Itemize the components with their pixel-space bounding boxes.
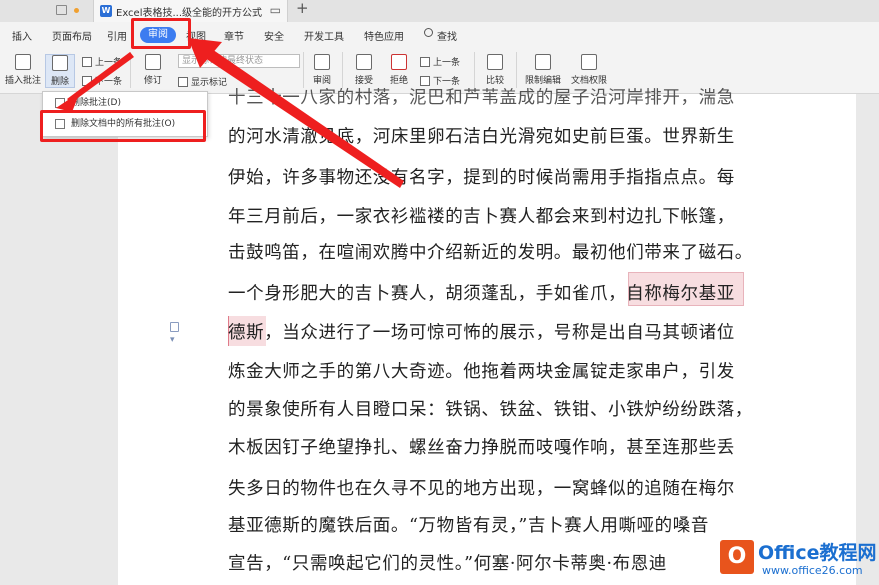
screen-icon[interactable] — [56, 5, 67, 15]
comment-marker[interactable]: ▾ — [170, 322, 186, 345]
document-line: 德斯，当众进行了一场可惊可怖的展示，号称是出自马其顿诸位 — [228, 319, 735, 344]
document-line: 宣告，“只需唤起它们的灵性。”何塞·阿尔卡蒂奥·布恩迪 — [228, 554, 667, 574]
insert-comment-label: 插入批注 — [4, 76, 41, 86]
accept-button[interactable]: 接受 — [350, 54, 378, 86]
delete-comment-label: 删除 — [50, 77, 69, 87]
track-changes-button[interactable]: 修订 — [138, 54, 168, 86]
document-line: 木板因钉子绝望挣扎、螺丝奋力挣脱而吱嘎作响，甚至连那些丢 — [228, 438, 735, 458]
document-line: 失多日的物件也在久寻不见的地方出现，一窝蜂似的追随在梅尔 — [228, 479, 735, 499]
document-text: ，当众进行了一场可惊可怖的展示，号称是出自马其顿诸位 — [264, 323, 735, 343]
commented-text: 自称梅尔基亚 — [626, 284, 735, 304]
document-line: 的河水清澈见底，河床里卵石洁白光滑宛如史前巨蛋。世界新生 — [228, 127, 735, 147]
review-pane-button[interactable]: 审阅 — [308, 54, 336, 86]
new-tab-button[interactable]: + — [296, 0, 309, 17]
menu-security[interactable]: 安全 — [264, 28, 284, 43]
status-dot-icon — [74, 8, 79, 13]
track-changes-icon — [145, 54, 161, 70]
prev-comment-button[interactable]: 上一条 — [82, 55, 122, 68]
ribbon-separator — [303, 52, 304, 88]
document-line: 年三月前后，一家衣衫褴褛的吉卜赛人都会来到村边扎下帐篷， — [228, 207, 735, 227]
next-comment-label: 下一条 — [95, 77, 123, 87]
document-line: 十三十一八家的村落，泥巴和芦苇盖成的屋子沿河岸排开，湍急 — [228, 88, 735, 108]
prev-comment-label: 上一条 — [95, 58, 123, 68]
delete-comment-icon — [52, 55, 68, 71]
annotation-highlight-box — [131, 18, 191, 49]
ribbon-separator — [516, 52, 517, 88]
prev-change-icon — [420, 57, 430, 67]
document-text: 一个身形肥大的吉卜赛人，胡须蓬乱，手如雀爪， — [228, 284, 627, 304]
comment-page-icon — [170, 322, 179, 332]
document-line: 击鼓鸣笛，在喧闹欢腾中介绍新近的发明。最初他们带来了磁石。 — [228, 243, 753, 263]
document-line: 的景象使所有人目瞪口呆：铁锅、铁盆、铁钳、小铁炉纷纷跌落， — [228, 400, 753, 420]
prev-change-button[interactable]: 上一条 — [420, 55, 460, 68]
accept-icon — [356, 54, 372, 70]
insert-comment-icon — [15, 54, 31, 70]
show-markup-state-select[interactable]: 显示标记的最终状态 — [178, 54, 300, 68]
watermark-brand: Office教程网 — [758, 542, 877, 564]
next-comment-icon — [82, 76, 92, 86]
office-logo-icon: O — [720, 540, 754, 574]
document-line: 伊始，许多事物还没有名字，提到的时候尚需用手指指点点。每 — [228, 168, 735, 188]
restrict-edit-icon — [535, 54, 551, 70]
ribbon-separator — [130, 52, 131, 88]
show-markup-icon — [178, 77, 188, 87]
menu-page-layout[interactable]: 页面布局 — [52, 28, 92, 43]
ribbon-separator — [342, 52, 343, 88]
compare-icon — [487, 54, 503, 70]
review-pane-icon — [314, 54, 330, 70]
menu-special[interactable]: 特色应用 — [364, 28, 404, 43]
close-tab-icon[interactable]: ▭ — [270, 3, 281, 17]
watermark-url: www.office26.com — [762, 564, 863, 577]
show-markup-button[interactable]: 显示标记 — [178, 75, 227, 88]
wps-writer-icon: W — [100, 5, 112, 17]
compare-button[interactable]: 比较 — [482, 54, 508, 86]
prev-comment-icon — [82, 57, 92, 67]
delete-comment-menu-icon — [55, 98, 65, 108]
ribbon-separator — [474, 52, 475, 88]
reject-button[interactable]: 拒绝 — [385, 54, 413, 86]
next-comment-button[interactable]: 下一条 — [82, 74, 122, 87]
menu-insert[interactable]: 插入 — [12, 28, 32, 43]
menu-search[interactable]: 查找 — [437, 28, 457, 43]
menu-developer[interactable]: 开发工具 — [304, 28, 344, 43]
reject-icon — [391, 54, 407, 70]
restrict-edit-button[interactable]: 限制编辑 — [523, 54, 563, 86]
menu-references[interactable]: 引用 — [107, 28, 127, 43]
show-markup-label: 显示标记 — [191, 78, 228, 88]
document-permission-icon — [581, 54, 597, 70]
document-page[interactable]: ▾ 十三十一八家的村落，泥巴和芦苇盖成的屋子沿河岸排开，湍急 的河水清澈见底，河… — [118, 88, 856, 585]
search-icon — [424, 28, 433, 37]
delete-comment-menu-label: 删除批注(D) — [71, 98, 121, 108]
commented-text: 德斯 — [228, 323, 265, 343]
watermark: O Office教程网 www.office26.com — [718, 536, 879, 585]
document-tab-title: Excel表格技...级全能的开方公式 — [116, 8, 263, 19]
document-line: 炼金大师之手的第八大奇迹。他拖着两块金属锭走家串户，引发 — [228, 362, 735, 382]
document-permission-button[interactable]: 文档权限 — [568, 54, 610, 86]
insert-comment-button[interactable]: 插入批注 — [3, 54, 43, 86]
prev-change-label: 上一条 — [433, 58, 461, 68]
document-line: 基亚德斯的魔铁后面。“万物皆有灵，”吉卜赛人用嘶哑的嗓音 — [228, 516, 709, 536]
menu-section[interactable]: 章节 — [224, 28, 244, 43]
delete-comment-button[interactable]: 删除 — [45, 54, 75, 88]
track-changes-label: 修订 — [143, 76, 162, 86]
document-line: 一个身形肥大的吉卜赛人，胡须蓬乱，手如雀爪，自称梅尔基亚 — [228, 280, 735, 305]
annotation-highlight-box — [40, 110, 206, 142]
